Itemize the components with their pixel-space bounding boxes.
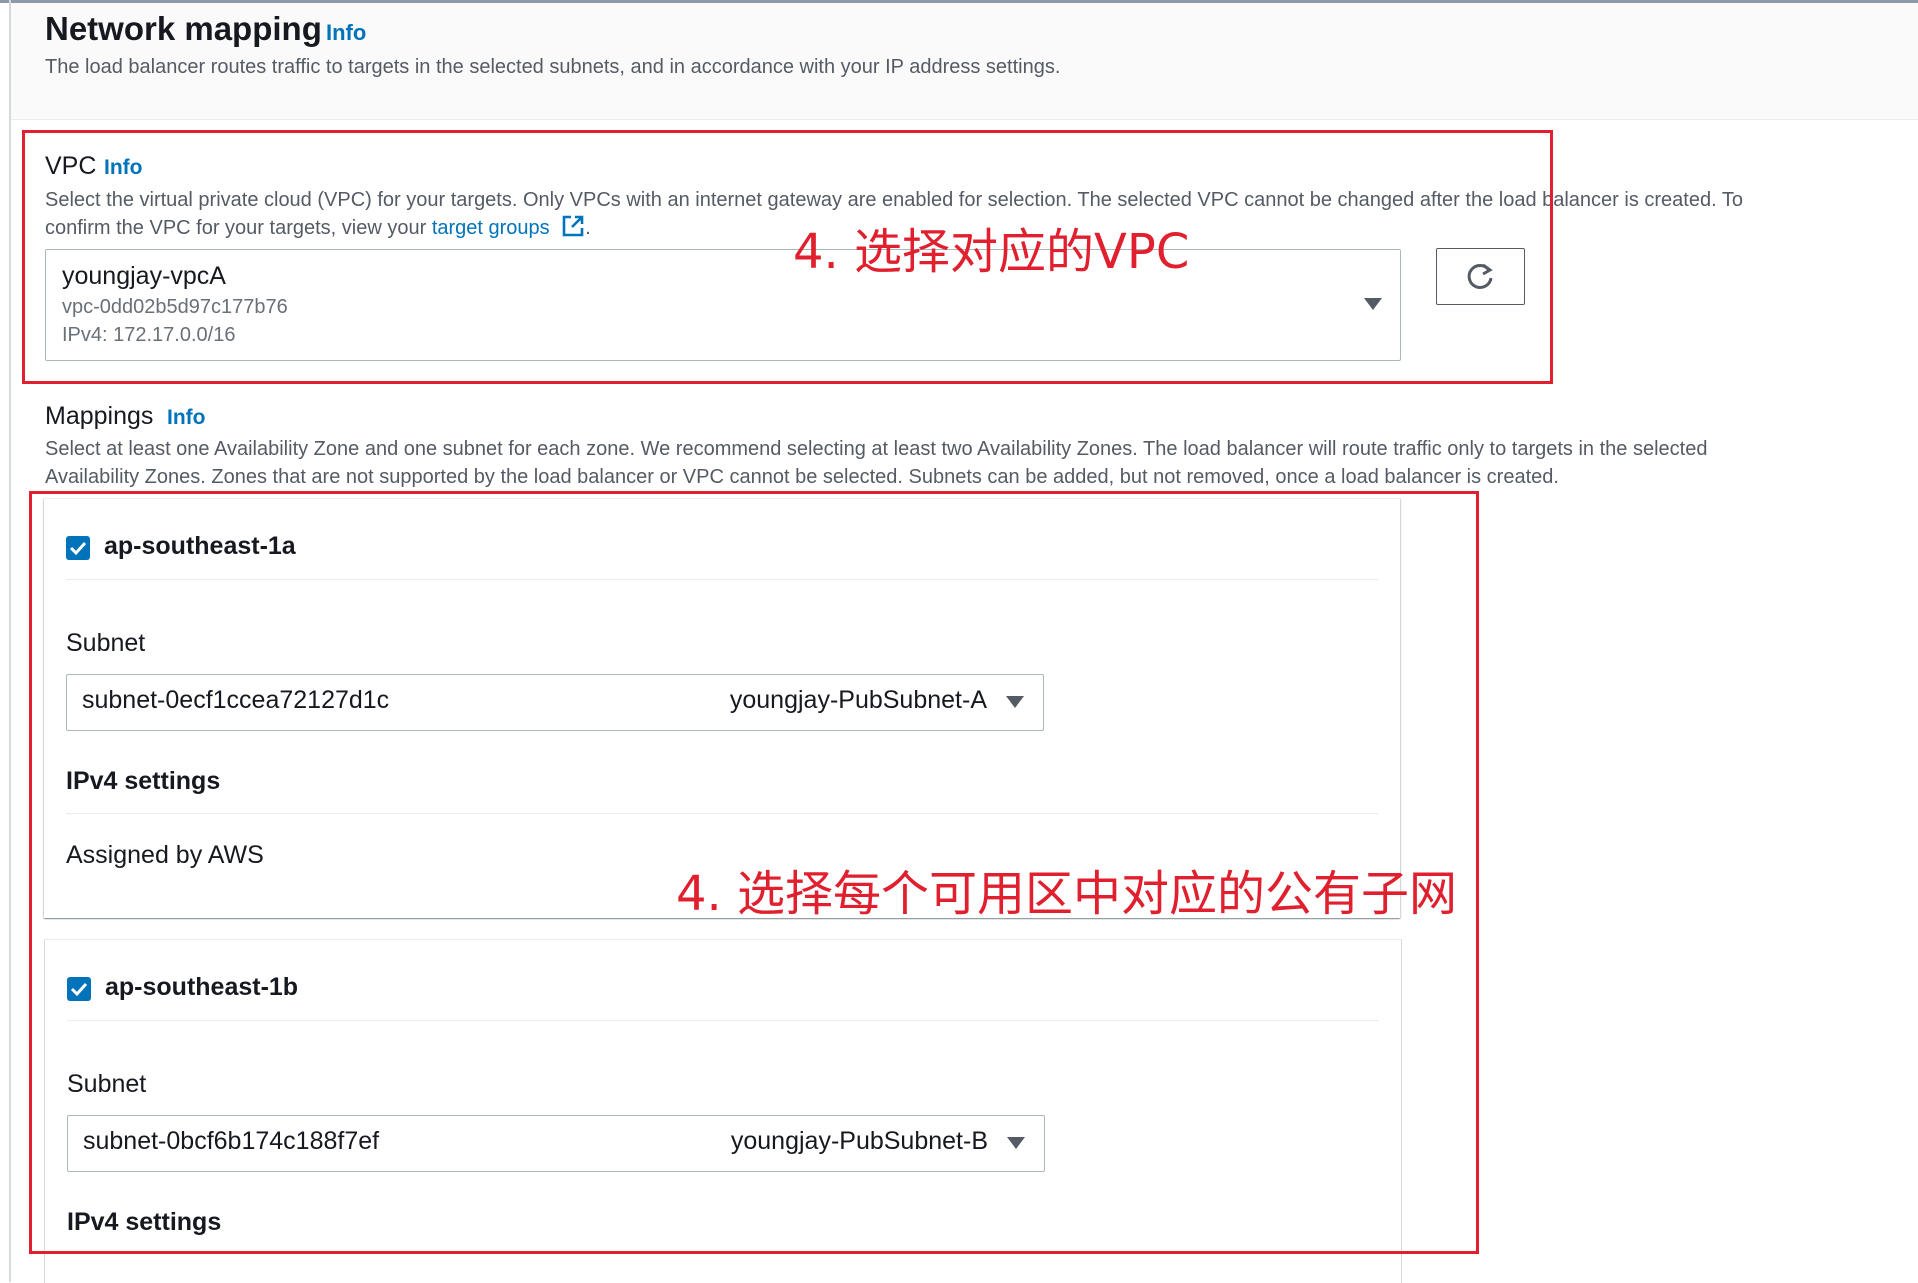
mappings-description-line1: Select at least one Availability Zone an…	[45, 438, 1708, 460]
mappings-label: Mappings	[45, 402, 154, 430]
section-title: Network mapping	[45, 10, 322, 47]
annotation-vpc-note: 4. 选择对应的VPC	[793, 224, 1190, 280]
mappings-description: Select at least one Availability Zone an…	[45, 435, 1915, 491]
network-mapping-info-link[interactable]: Info	[326, 20, 366, 46]
mappings-info-link[interactable]: Info	[167, 406, 205, 430]
section-description: The load balancer routes traffic to targ…	[45, 56, 1061, 78]
left-border	[9, 0, 11, 1282]
annotation-box-vpc	[22, 130, 1553, 384]
mappings-description-line2: Availability Zones. Zones that are not s…	[45, 466, 1559, 488]
annotation-subnet-note: 4. 选择每个可用区中对应的公有子网	[676, 866, 1458, 922]
